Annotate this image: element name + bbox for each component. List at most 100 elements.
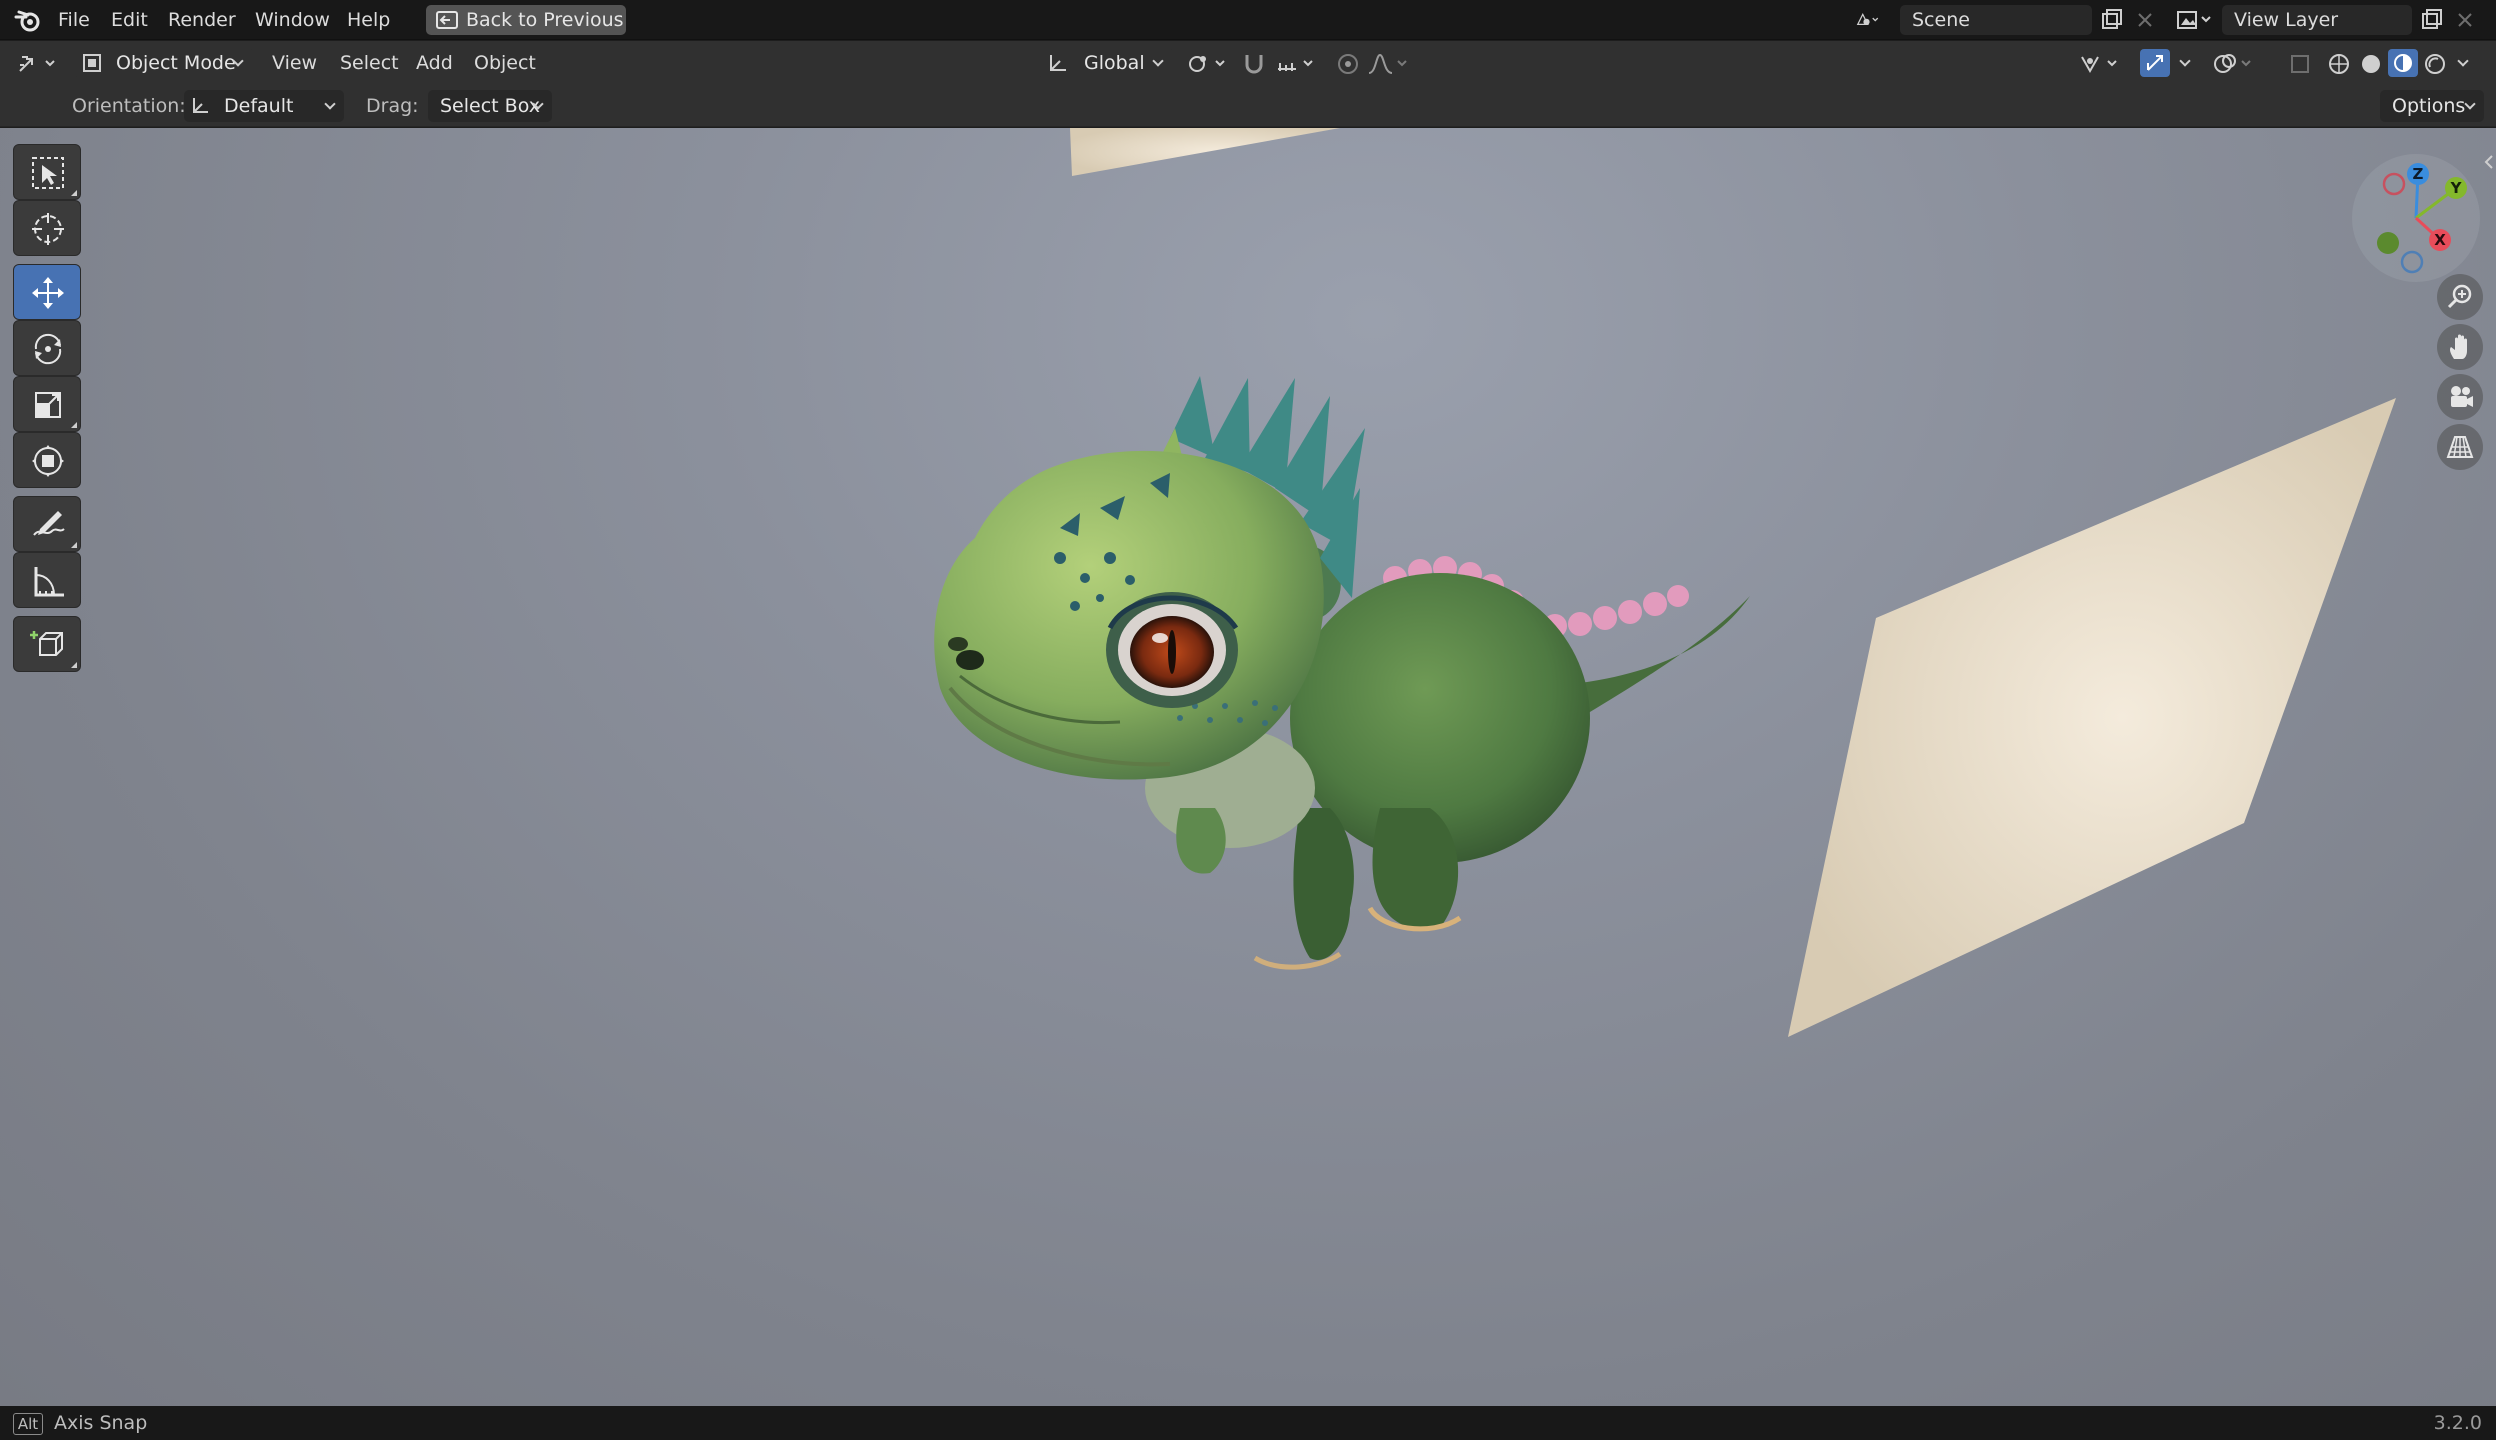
gizmo-dropdown-icon[interactable] bbox=[2179, 55, 2191, 67]
orientation-value: Default bbox=[224, 95, 294, 117]
transform-orientation-label: Global bbox=[1084, 52, 1145, 74]
menu-window[interactable]: Window bbox=[255, 6, 330, 34]
tool-options-corner-icon bbox=[71, 190, 77, 196]
shading-dropdown-icon[interactable] bbox=[2457, 55, 2469, 67]
xray-toggle-icon[interactable] bbox=[2288, 51, 2312, 77]
menu-render[interactable]: Render bbox=[168, 6, 236, 34]
hand-icon bbox=[2450, 334, 2467, 359]
back-to-previous-button[interactable]: Back to Previous bbox=[426, 5, 626, 35]
menu-help[interactable]: Help bbox=[347, 6, 390, 34]
chevron-down-icon bbox=[1152, 55, 1164, 67]
move-tool[interactable] bbox=[13, 264, 81, 320]
cursor-tool[interactable] bbox=[13, 200, 81, 256]
menu-view[interactable]: View bbox=[272, 41, 317, 85]
viewport-scene[interactable] bbox=[0, 128, 2496, 1406]
measure-ruler-icon bbox=[34, 567, 64, 597]
select-box-tool[interactable] bbox=[13, 144, 81, 200]
new-view-layer-icon[interactable] bbox=[2416, 5, 2446, 35]
object-mode-dropdown[interactable]: Object Mode bbox=[76, 47, 252, 79]
axis-snap-hint: Axis Snap bbox=[54, 1412, 148, 1434]
options-label: Options bbox=[2392, 95, 2466, 117]
view-layer-name-value: View Layer bbox=[2234, 9, 2339, 31]
view-layer-name-field[interactable]: View Layer bbox=[2222, 5, 2412, 35]
gizmo-icon bbox=[2147, 55, 2163, 71]
new-scene-icon[interactable] bbox=[2096, 5, 2126, 35]
object-mode-label: Object Mode bbox=[116, 52, 236, 74]
show-gizmo-toggle[interactable] bbox=[2140, 49, 2170, 77]
transform-orientation-dropdown[interactable]: Global bbox=[1040, 47, 1172, 79]
options-dropdown[interactable]: Options bbox=[2380, 90, 2484, 122]
annotate-tool[interactable] bbox=[13, 496, 81, 552]
drag-label: Drag: bbox=[366, 95, 419, 117]
perspective-toggle-button[interactable] bbox=[2437, 424, 2483, 470]
delete-view-layer-icon[interactable] bbox=[2450, 5, 2480, 35]
rotate-tool[interactable] bbox=[13, 320, 81, 376]
delete-scene-icon[interactable] bbox=[2130, 5, 2160, 35]
scene-browse-icon[interactable] bbox=[1854, 5, 1884, 35]
tool-settings-bar: Orientation: Default Drag: Select Box Op… bbox=[0, 85, 2496, 127]
view-layer-browse-icon[interactable] bbox=[2172, 5, 2220, 35]
transform-icon bbox=[32, 445, 64, 477]
zoom-view-button[interactable] bbox=[2437, 274, 2483, 320]
drag-dropdown[interactable]: Select Box bbox=[428, 90, 552, 122]
zoom-icon bbox=[2447, 284, 2472, 309]
overlays-icon[interactable] bbox=[2212, 51, 2256, 77]
snap-toggle-icon[interactable] bbox=[1240, 51, 1268, 77]
falloff-curve-icon[interactable] bbox=[1366, 51, 1412, 77]
gizmo-z-label: Z bbox=[2413, 165, 2424, 183]
add-cube-icon bbox=[30, 631, 63, 656]
camera-icon bbox=[2451, 386, 2473, 407]
menu-file[interactable]: File bbox=[58, 6, 90, 34]
menu-select[interactable]: Select bbox=[340, 41, 399, 85]
blender-logo-icon[interactable] bbox=[14, 7, 42, 33]
visibility-filter-icon[interactable] bbox=[2078, 51, 2124, 77]
top-bar: File Edit Render Window Help Back to Pre… bbox=[0, 0, 2496, 40]
snap-increment-icon[interactable] bbox=[1274, 51, 1318, 77]
cursor-icon bbox=[32, 213, 64, 245]
rendered-shading-icon[interactable] bbox=[2422, 51, 2448, 77]
version-label: 3.2.0 bbox=[2433, 1412, 2482, 1434]
scale-tool[interactable] bbox=[13, 376, 81, 432]
scene-name-value: Scene bbox=[1912, 9, 1970, 31]
light-plane-right[interactable] bbox=[1788, 398, 2396, 1037]
material-preview-shading-button[interactable] bbox=[2388, 49, 2418, 77]
move-icon bbox=[32, 277, 64, 309]
navigation-gizmo[interactable]: Z Y X bbox=[2346, 148, 2486, 288]
orientation-axes-icon bbox=[1050, 55, 1066, 71]
back-arrow-icon bbox=[436, 11, 458, 29]
measure-tool[interactable] bbox=[13, 552, 81, 608]
annotate-pencil-icon bbox=[33, 511, 65, 536]
pivot-point-icon[interactable] bbox=[1186, 51, 1230, 77]
material-preview-icon bbox=[2394, 54, 2412, 72]
transform-tool[interactable] bbox=[13, 432, 81, 488]
menu-add[interactable]: Add bbox=[416, 41, 453, 85]
gizmo-y-label: Y bbox=[2450, 179, 2463, 197]
proportional-editing-icon[interactable] bbox=[1334, 51, 1362, 77]
menu-object[interactable]: Object bbox=[474, 41, 536, 85]
tool-options-corner-icon bbox=[71, 542, 77, 548]
orientation-dropdown[interactable]: Default bbox=[184, 90, 344, 122]
solid-shading-icon[interactable] bbox=[2358, 51, 2384, 77]
menu-edit[interactable]: Edit bbox=[111, 6, 148, 34]
dragon-model[interactable] bbox=[934, 376, 1750, 970]
add-cube-tool[interactable] bbox=[13, 616, 81, 672]
select-box-icon bbox=[32, 157, 64, 189]
sidebar-toggle-icon[interactable] bbox=[2482, 152, 2496, 172]
back-button-label: Back to Previous bbox=[466, 9, 624, 31]
rotate-icon bbox=[34, 333, 62, 365]
chevron-down-icon bbox=[324, 98, 336, 110]
gizmo-x-label: X bbox=[2434, 231, 2446, 249]
drag-value: Select Box bbox=[440, 95, 540, 117]
orientation-label: Orientation: bbox=[72, 95, 186, 117]
scale-icon bbox=[35, 392, 61, 418]
status-bar: Alt Axis Snap 3.2.0 bbox=[0, 1406, 2496, 1440]
light-plane-top[interactable] bbox=[1070, 128, 1340, 176]
tool-options-corner-icon bbox=[71, 662, 77, 668]
3d-viewport[interactable]: Z Y X bbox=[0, 128, 2496, 1406]
pan-view-button[interactable] bbox=[2437, 324, 2483, 370]
wireframe-shading-icon[interactable] bbox=[2326, 51, 2352, 77]
camera-view-button[interactable] bbox=[2437, 374, 2483, 420]
editor-type-icon[interactable] bbox=[16, 51, 64, 77]
scene-name-field[interactable]: Scene bbox=[1900, 5, 2092, 35]
tool-options-corner-icon bbox=[71, 422, 77, 428]
